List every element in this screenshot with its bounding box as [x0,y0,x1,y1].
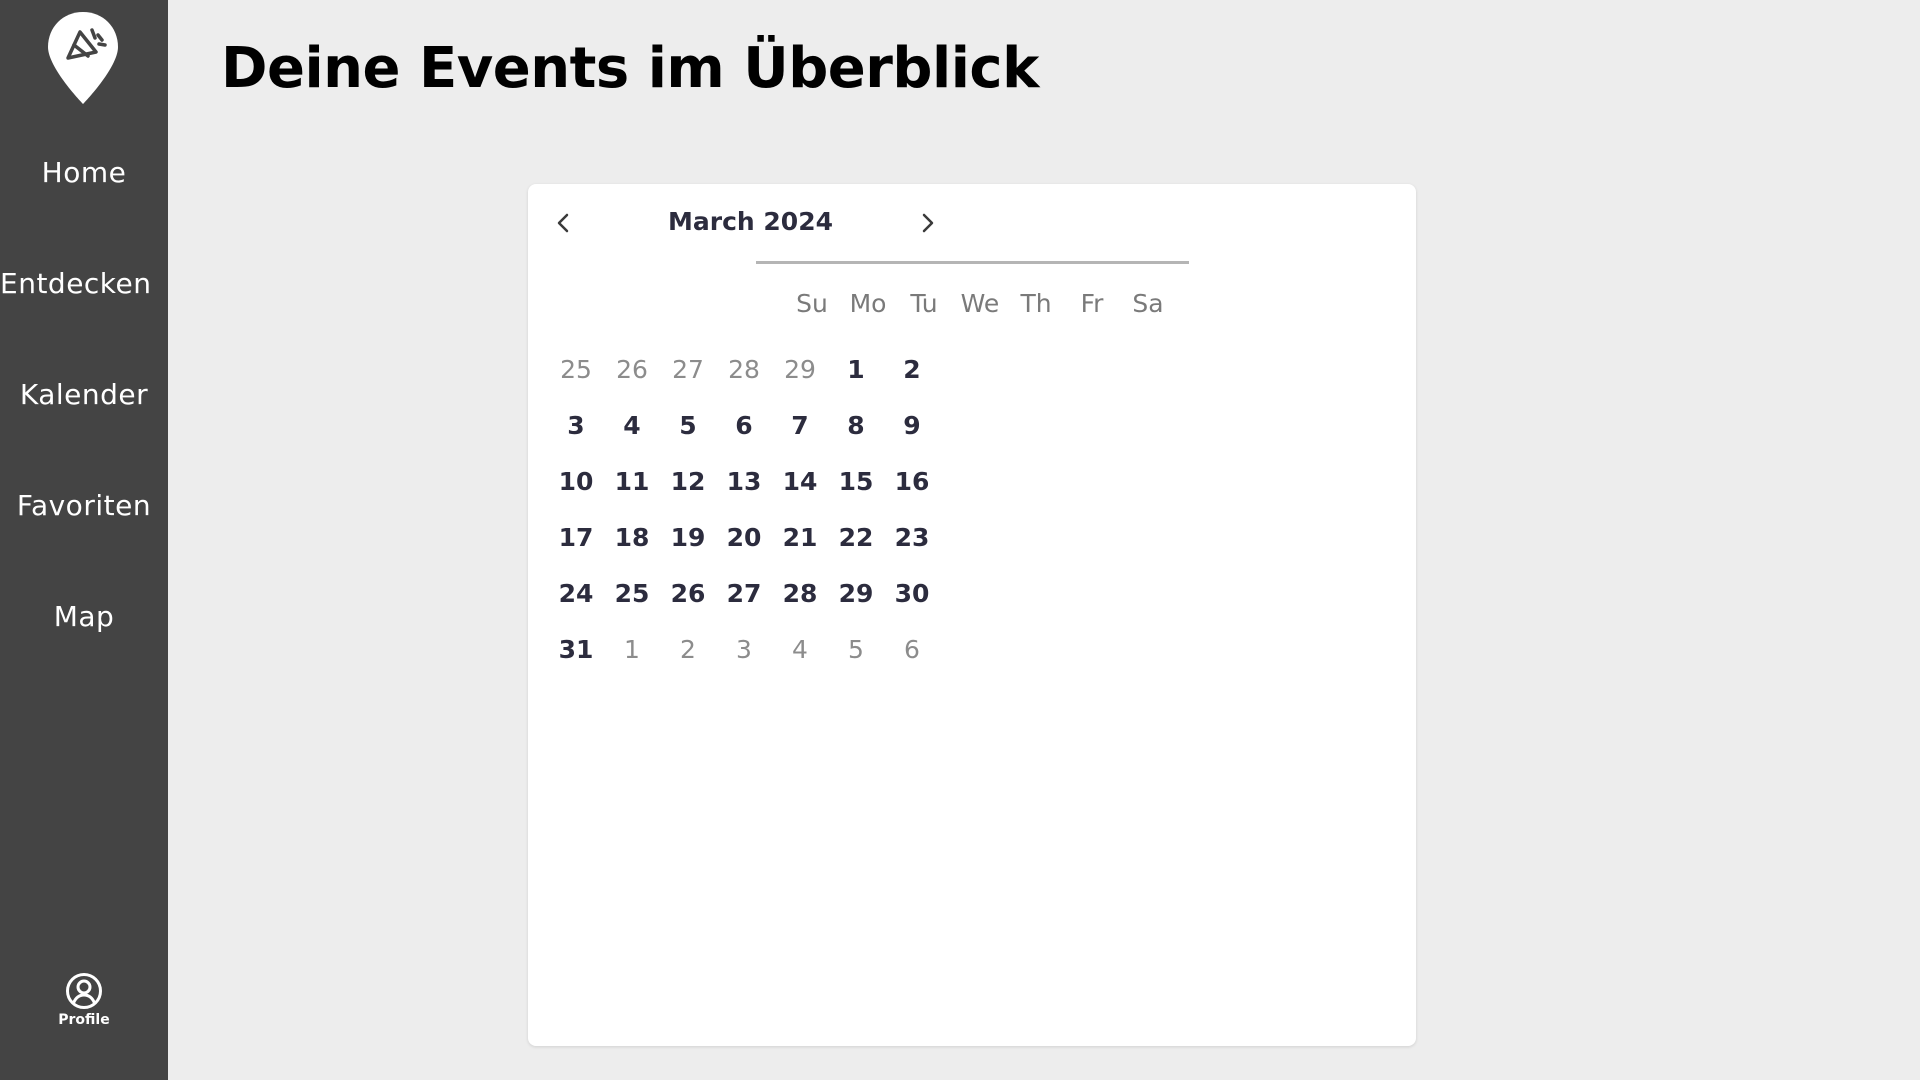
calendar-day[interactable]: 19 [660,516,716,560]
sidebar-item-home[interactable]: Home [0,153,168,193]
calendar-day-outside[interactable]: 6 [884,628,940,672]
calendar-day[interactable]: 6 [716,404,772,448]
calendar-day[interactable]: 7 [772,404,828,448]
profile-label: Profile [58,1012,110,1028]
weekday-tu: Tu [910,289,938,318]
calendar-day[interactable]: 26 [660,572,716,616]
calendar-day[interactable]: 28 [772,572,828,616]
calendar-day-outside[interactable]: 25 [548,348,604,392]
calendar-day[interactable]: 14 [772,460,828,504]
weekday-we: We [960,289,1000,318]
user-circle-icon [66,973,102,1009]
calendar-card: March 2024 Su Mo Tu We Th Fr Sa 25 26 27 28… [528,184,1416,1046]
calendar-day[interactable]: 22 [828,516,884,560]
calendar-day-outside[interactable]: 5 [828,628,884,672]
calendar-day[interactable]: 9 [884,404,940,448]
chevron-left-icon[interactable] [548,208,578,238]
weekday-su: Su [796,289,828,318]
calendar-day-outside[interactable]: 29 [772,348,828,392]
sidebar: Home Entdecken Kalender Favoriten Map Pr… [0,0,168,1080]
calendar-day[interactable]: 1 [828,348,884,392]
calendar-day[interactable]: 10 [548,460,604,504]
calendar-day-outside[interactable]: 4 [772,628,828,672]
chevron-right-icon[interactable] [913,208,943,238]
sidebar-item-favoriten[interactable]: Favoriten [0,486,168,526]
calendar-day[interactable]: 12 [660,460,716,504]
calendar-day[interactable]: 16 [884,460,940,504]
weekday-th: Th [1020,289,1052,318]
calendar-day[interactable]: 23 [884,516,940,560]
calendar-day[interactable]: 2 [884,348,940,392]
calendar-day[interactable]: 17 [548,516,604,560]
sidebar-item-entdecken[interactable]: Entdecken [0,264,168,304]
calendar-day-outside[interactable]: 27 [660,348,716,392]
sidebar-item-kalender[interactable]: Kalender [0,375,168,415]
map-pin-party-popper-icon[interactable] [46,10,120,106]
weekday-fr: Fr [1080,289,1104,318]
calendar-day-outside[interactable]: 2 [660,628,716,672]
calendar-day[interactable]: 24 [548,572,604,616]
calendar-day[interactable]: 31 [548,628,604,672]
calendar-day[interactable]: 13 [716,460,772,504]
calendar-day[interactable]: 27 [716,572,772,616]
calendar-day[interactable]: 3 [548,404,604,448]
calendar-day[interactable]: 5 [660,404,716,448]
weekday-sa: Sa [1132,289,1164,318]
calendar-day-outside[interactable]: 3 [716,628,772,672]
calendar-divider [756,261,1189,264]
calendar-day[interactable]: 4 [604,404,660,448]
calendar-day[interactable]: 15 [828,460,884,504]
calendar-day[interactable]: 11 [604,460,660,504]
calendar-month-label: March 2024 [668,207,833,236]
weekday-mo: Mo [849,289,887,318]
calendar-day-outside[interactable]: 1 [604,628,660,672]
calendar-day[interactable]: 30 [884,572,940,616]
page-title: Deine Events im Überblick [221,36,1039,101]
calendar-day[interactable]: 18 [604,516,660,560]
calendar-day[interactable]: 25 [604,572,660,616]
calendar-day-outside[interactable]: 28 [716,348,772,392]
profile-button[interactable]: Profile [0,972,168,1028]
calendar-day[interactable]: 8 [828,404,884,448]
calendar-day[interactable]: 20 [716,516,772,560]
calendar-day[interactable]: 21 [772,516,828,560]
sidebar-item-map[interactable]: Map [0,597,168,637]
calendar-day-outside[interactable]: 26 [604,348,660,392]
calendar-day[interactable]: 29 [828,572,884,616]
